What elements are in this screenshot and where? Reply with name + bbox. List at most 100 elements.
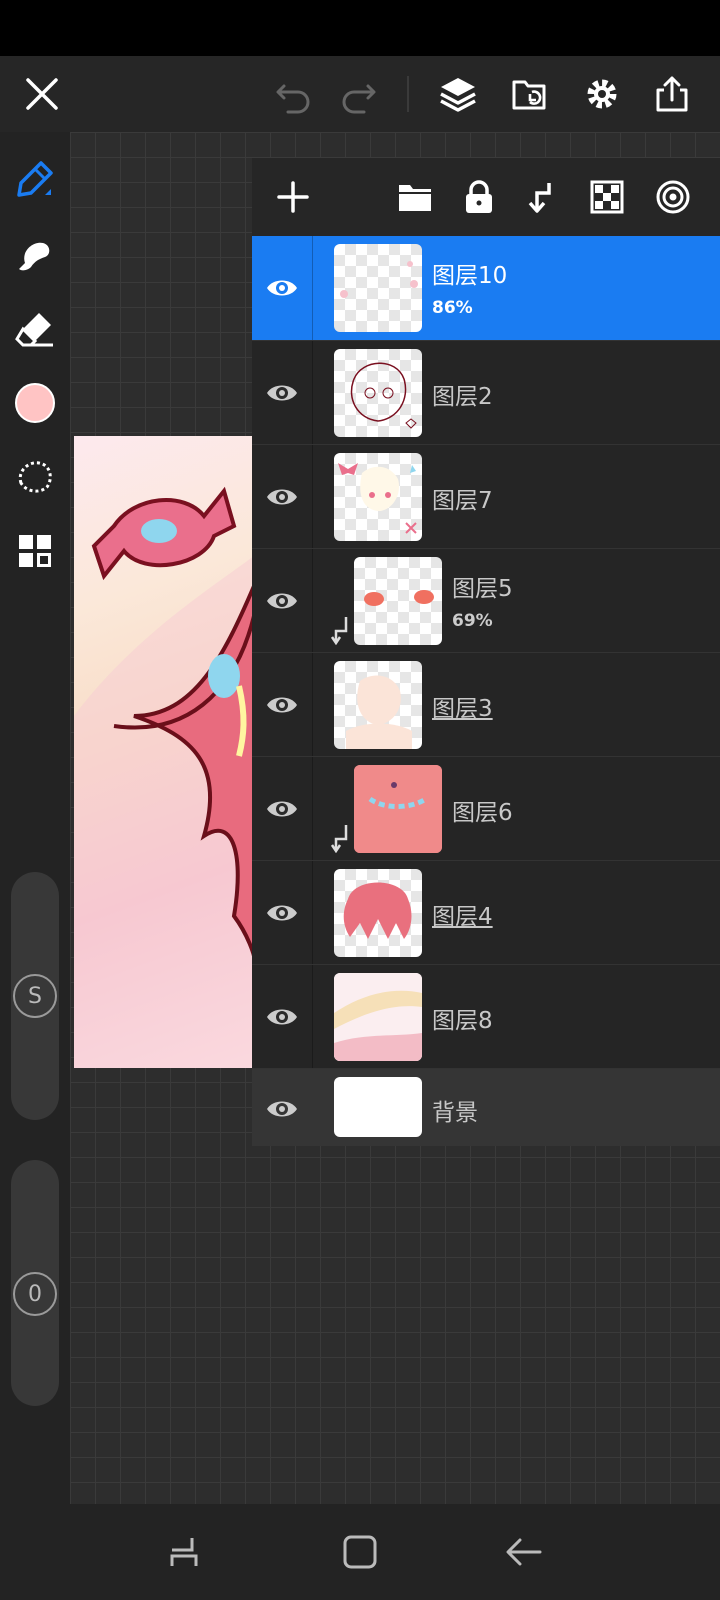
smudge-icon [19,242,50,271]
layer-panel-toolbar [252,158,720,236]
thumbnail-art [346,675,412,749]
thumbnail-art [364,590,434,606]
smudge-tool-button[interactable] [10,230,60,280]
layer-thumbnail [334,244,422,332]
row-divider [312,549,313,653]
settings-icon [587,79,617,109]
color-picker-button[interactable] [10,378,60,428]
grid-menu-button[interactable] [10,526,60,576]
row-divider [312,757,313,861]
lock-layer-button[interactable] [454,172,504,222]
layers-icon [440,78,476,112]
eye-icon [267,1009,297,1025]
brush-size-knob[interactable]: S [13,974,57,1018]
layer-row[interactable]: 图层7 [252,444,720,549]
artwork-drawing [74,486,254,1068]
thumbnail-art [338,463,417,534]
clipping-mask-icon [330,617,348,645]
undo-icon [276,84,310,114]
artwork-canvas[interactable] [74,436,254,1068]
visibility-toggle[interactable] [260,891,304,935]
eye-icon [267,489,297,505]
layer-opacity: 69% [452,611,493,631]
layer-thumbnail [334,973,422,1061]
visibility-toggle[interactable] [260,787,304,831]
back-button[interactable] [502,1530,546,1574]
home-icon [343,1535,377,1569]
layer-name: 图层5 [452,576,513,602]
layer-row[interactable]: 背景 [252,1068,720,1146]
new-folder-button[interactable] [390,172,440,222]
row-divider [312,236,313,340]
visibility-toggle[interactable] [260,683,304,727]
navigation-bar [0,1504,720,1600]
merge-down-icon [528,183,551,213]
settings-button[interactable] [570,56,634,132]
recent-apps-button[interactable] [164,1530,208,1574]
status-bar [0,0,720,56]
layer-name: 图层10 [432,263,508,289]
close-button[interactable] [10,56,74,132]
layer-panel: 图层10 86% 图层2 图层7 图层5 69% 图层3 图层6 图层4 图层8… [252,158,720,1146]
pen-tool-button[interactable] [10,154,60,204]
redo-button[interactable] [326,56,390,132]
top-toolbar [0,56,720,132]
add-layer-button[interactable] [268,172,318,222]
visibility-toggle[interactable] [260,579,304,623]
layer-thumbnail [354,557,442,645]
layer-opacity: 86% [432,298,473,318]
visibility-toggle[interactable] [260,266,304,310]
current-color-swatch [15,383,55,423]
lock-icon [466,180,492,213]
recent-apps-icon [170,1538,198,1566]
share-button[interactable] [640,56,704,132]
home-button[interactable] [338,1530,382,1574]
layer-thumbnail [334,1077,422,1137]
thumbnail-art [340,261,418,298]
brush-opacity-slider[interactable]: 0 [11,1160,59,1406]
layer-row[interactable]: 图层3 [252,652,720,757]
thumbnail-art [350,362,417,429]
toolbar-divider [407,76,409,112]
brush-size-slider[interactable]: S [11,872,59,1120]
redo-icon [342,84,376,114]
grid-icon [19,535,51,567]
layer-row[interactable]: 图层2 [252,340,720,445]
undo-button[interactable] [262,56,326,132]
layer-thumbnail [334,349,422,437]
import-button[interactable] [498,56,562,132]
thumbnail-art [334,973,422,1061]
folder-icon [399,185,431,211]
clipping-mask-icon [330,825,348,853]
row-divider [312,965,313,1069]
visibility-toggle[interactable] [260,995,304,1039]
visibility-toggle[interactable] [260,1087,304,1131]
visibility-toggle[interactable] [260,475,304,519]
pen-tool-icon [17,161,53,197]
layer-row[interactable]: 图层8 [252,964,720,1069]
merge-down-button[interactable] [518,172,568,222]
blend-mode-button[interactable] [648,172,698,222]
layer-name: 图层6 [452,800,513,826]
layers-button[interactable] [426,56,490,132]
blend-icon [656,180,690,214]
layer-row[interactable]: 图层10 86% [252,236,720,340]
layer-row[interactable]: 图层5 69% [252,548,720,653]
layer-row[interactable]: 图层4 [252,860,720,965]
layer-thumbnail [334,453,422,541]
visibility-toggle[interactable] [260,371,304,415]
transparency-lock-button[interactable] [582,172,632,222]
back-icon [506,1538,542,1566]
layer-thumbnail [354,765,442,853]
brush-opacity-knob[interactable]: 0 [13,1272,57,1316]
layer-name: 背景 [432,1100,478,1126]
lasso-tool-button[interactable] [10,452,60,502]
row-divider [312,445,313,549]
close-icon [26,78,58,110]
layer-row[interactable]: 图层6 [252,756,720,861]
share-icon [656,76,688,112]
row-divider [312,861,313,965]
layer-thumbnail [334,869,422,957]
row-divider [312,341,313,445]
eraser-tool-button[interactable] [10,304,60,354]
